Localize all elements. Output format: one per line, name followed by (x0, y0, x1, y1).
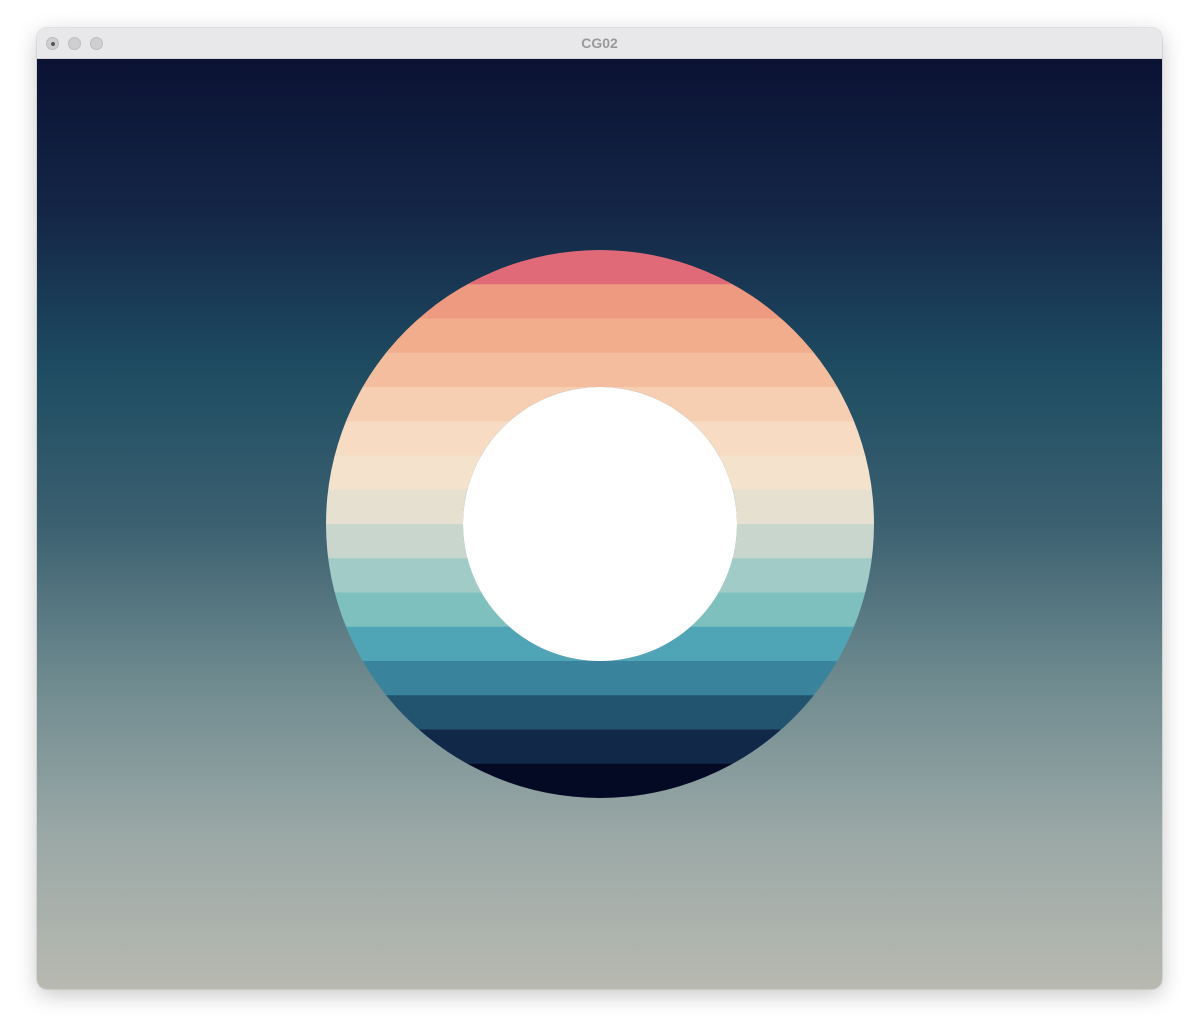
ring-band (326, 250, 874, 285)
ring-band (326, 352, 874, 388)
ring-band (326, 695, 874, 731)
ring-band (326, 661, 874, 696)
center-hole (463, 387, 737, 661)
ring-band (326, 318, 874, 354)
ring-band (326, 763, 874, 799)
render-canvas (37, 59, 1162, 989)
window-title: CG02 (581, 35, 618, 51)
ring-band (326, 284, 874, 320)
title-bar[interactable]: CG02 (37, 28, 1162, 59)
app-window: CG02 (37, 28, 1162, 989)
ring-band (326, 729, 874, 765)
